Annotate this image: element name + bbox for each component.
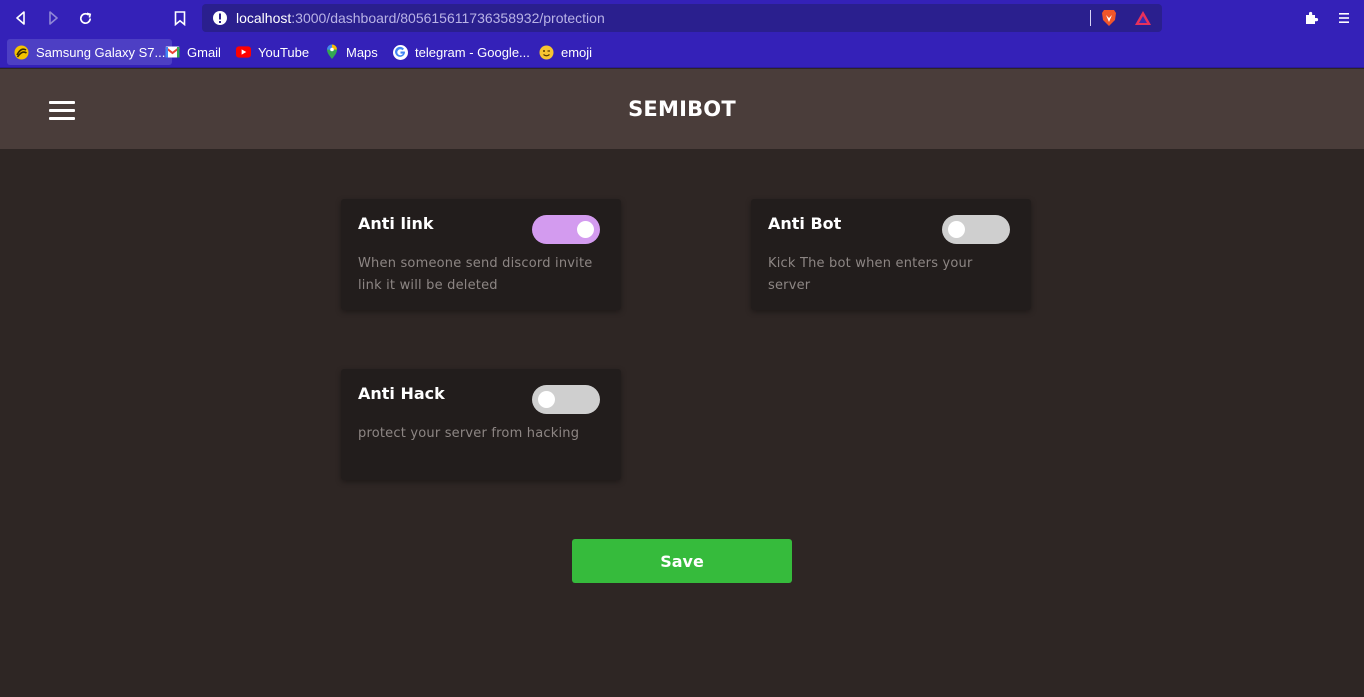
- card-title: Anti Hack: [358, 384, 445, 403]
- site-info-icon[interactable]: [212, 10, 228, 30]
- browser-toolbar: localhost:3000/dashboard/805615611736358…: [0, 0, 1364, 36]
- bookmark-samsung[interactable]: Samsung Galaxy S7...: [7, 39, 173, 65]
- bookmark-label: YouTube: [258, 44, 310, 60]
- card-title: Anti link: [358, 214, 434, 233]
- google-favicon: [393, 44, 408, 60]
- bookmark-label: emoji: [561, 44, 593, 60]
- anti-bot-toggle[interactable]: [942, 215, 1010, 244]
- bookmark-label: telegram - Google...: [415, 44, 530, 60]
- bookmark-label: Gmail: [187, 44, 221, 60]
- card-description: Kick The bot when enters your server: [768, 256, 973, 293]
- browser-menu-icon[interactable]: [1333, 8, 1353, 28]
- protection-card-anti-bot: Anti Bot Kick The bot when enters your s…: [751, 199, 1031, 310]
- url-text: localhost:3000/dashboard/805615611736358…: [236, 10, 605, 26]
- toggle-knob: [948, 221, 965, 238]
- app-header: SEMIBOT: [0, 69, 1364, 149]
- card-description: When someone send discord invite link it…: [358, 256, 593, 293]
- reload-icon[interactable]: [75, 8, 95, 28]
- url-divider: [1090, 10, 1091, 26]
- bookmark-emoji[interactable]: emoji: [532, 39, 599, 65]
- gmail-favicon: [165, 45, 180, 60]
- url-path: :3000/dashboard/805615611736358932/prote…: [291, 10, 605, 26]
- anti-link-toggle[interactable]: [532, 215, 600, 244]
- back-icon[interactable]: [11, 8, 31, 28]
- forward-icon[interactable]: [43, 8, 63, 28]
- protection-card-anti-link: Anti link When someone send discord invi…: [341, 199, 621, 310]
- anti-hack-toggle[interactable]: [532, 385, 600, 414]
- toggle-knob: [538, 391, 555, 408]
- url-host: localhost: [236, 10, 292, 26]
- bookmark-icon[interactable]: [170, 8, 190, 28]
- extensions-icon[interactable]: [1301, 8, 1321, 28]
- bookmarks-bar: Samsung Galaxy S7... Gmail YouTube Maps …: [0, 36, 1364, 68]
- youtube-favicon: [236, 45, 251, 60]
- maps-favicon: [324, 44, 339, 60]
- brand-title: SEMIBOT: [628, 97, 736, 121]
- bookmark-maps[interactable]: Maps: [317, 39, 385, 65]
- bookmark-telegram-google[interactable]: telegram - Google...: [386, 39, 537, 65]
- brave-rewards-icon[interactable]: [1134, 10, 1152, 30]
- emoji-favicon: [539, 45, 554, 60]
- address-bar[interactable]: localhost:3000/dashboard/805615611736358…: [202, 4, 1162, 32]
- card-description: protect your server from hacking: [358, 426, 580, 441]
- bookmark-youtube[interactable]: YouTube: [229, 39, 316, 65]
- bookmark-gmail[interactable]: Gmail: [158, 39, 228, 65]
- toggle-knob: [577, 221, 594, 238]
- bookmark-label: Maps: [346, 44, 378, 60]
- save-button[interactable]: Save: [572, 539, 792, 583]
- bookmark-label: Samsung Galaxy S7...: [36, 44, 166, 60]
- card-title: Anti Bot: [768, 214, 842, 233]
- samsung-favicon: [14, 45, 29, 60]
- brave-shield-icon[interactable]: [1101, 9, 1117, 31]
- protection-card-anti-hack: Anti Hack protect your server from hacki…: [341, 369, 621, 480]
